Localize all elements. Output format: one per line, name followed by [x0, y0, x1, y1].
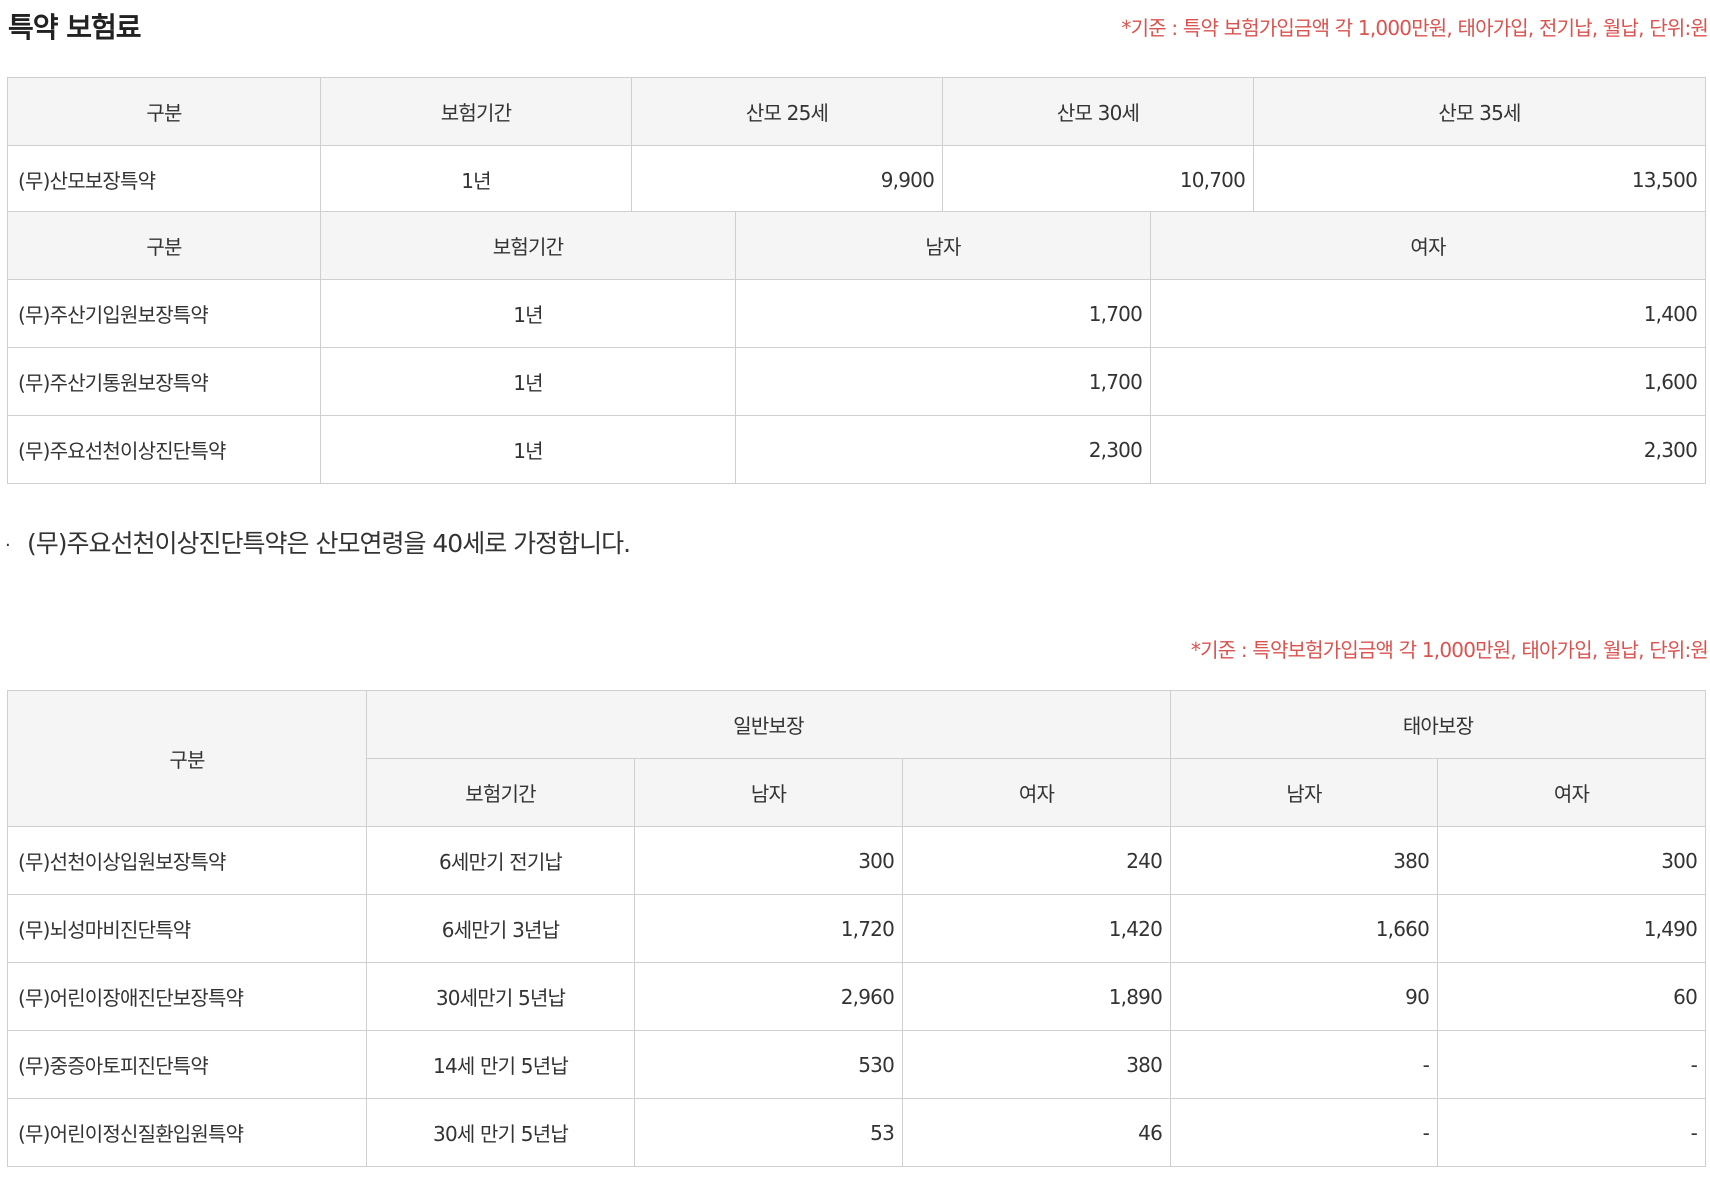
rider-name: (무)주요선천이상진단특약	[7, 415, 321, 484]
fetus-male: -	[1170, 1098, 1439, 1167]
header-period: 보험기간	[320, 211, 736, 280]
rider-name: (무)산모보장특약	[7, 145, 321, 214]
rider-period: 30세 만기 5년납	[366, 1098, 635, 1167]
rider-name: (무)주산기입원보장특약	[7, 279, 321, 348]
header-fetus-female: 여자	[1437, 758, 1707, 827]
maternal-premium-table: 구분 보험기간 산모 25세 산모 30세 산모 35세 (무)산모보장특약 1…	[7, 77, 1706, 214]
table-header-row: 구분 보험기간 산모 25세 산모 30세 산모 35세	[7, 77, 1706, 146]
table-row: (무)어린이정신질환입원특약 30세 만기 5년납 53 46 - -	[7, 1098, 1707, 1167]
fetus-female: -	[1437, 1030, 1707, 1099]
rider-name: (무)선천이상입원보장특약	[7, 826, 367, 895]
rider-name: (무)어린이장애진단보장특약	[7, 962, 367, 1031]
table-row: (무)어린이장애진단보장특약 30세만기 5년납 2,960 1,890 90 …	[7, 962, 1707, 1031]
rider-name: (무)어린이정신질환입원특약	[7, 1098, 367, 1167]
fetus-male: 1,660	[1170, 894, 1439, 963]
criteria-note-bottom: *기준 : 특약보험가입금액 각 1,000만원, 태아가입, 월납, 단위:원	[1190, 638, 1709, 662]
header-mother-30: 산모 30세	[942, 77, 1254, 146]
header-male: 남자	[735, 211, 1151, 280]
rider-period: 6세만기 전기납	[366, 826, 635, 895]
premium-female: 2,300	[1150, 415, 1706, 484]
header-fetus-coverage: 태아보장	[1170, 690, 1707, 759]
rider-period: 1년	[320, 145, 632, 214]
fetus-female: -	[1437, 1098, 1707, 1167]
premium-male: 2,300	[735, 415, 1151, 484]
header-general-male: 남자	[634, 758, 903, 827]
fetus-female: 1,490	[1437, 894, 1707, 963]
rider-name: (무)중증아토피진단특약	[7, 1030, 367, 1099]
fetus-female: 300	[1437, 826, 1707, 895]
header-general-coverage: 일반보장	[365, 690, 1172, 759]
table-row: (무)산모보장특약 1년 9,900 10,700 13,500	[7, 145, 1706, 214]
general-male: 2,960	[634, 962, 903, 1031]
table-row: (무)주산기입원보장특약 1년 1,700 1,400	[7, 279, 1706, 348]
rider-period: 1년	[320, 347, 736, 416]
premium-female: 1,600	[1150, 347, 1706, 416]
table-row: (무)선천이상입원보장특약 6세만기 전기납 300 240 380 300	[7, 826, 1707, 895]
general-female: 1,420	[901, 894, 1172, 963]
child-rider-premium-table: 구분 일반보장 태아보장 보험기간 남자 여자 남자 여자 (무)선천이상입원보…	[7, 690, 1707, 1167]
header-category: 구분	[7, 211, 321, 280]
table-row: (무)주산기통원보장특약 1년 1,700 1,600	[7, 347, 1706, 416]
general-male: 530	[634, 1030, 903, 1099]
header-period: 보험기간	[320, 77, 632, 146]
header-female: 여자	[1150, 211, 1706, 280]
table-row: (무)중증아토피진단특약 14세 만기 5년납 530 380 - -	[7, 1030, 1707, 1099]
rider-name: (무)뇌성마비진단특약	[7, 894, 367, 963]
fetus-female: 60	[1437, 962, 1707, 1031]
general-male: 1,720	[634, 894, 903, 963]
fetus-male: 380	[1170, 826, 1439, 895]
header-mother-35: 산모 35세	[1253, 77, 1706, 146]
perinatal-premium-table: 구분 보험기간 남자 여자 (무)주산기입원보장특약 1년 1,700 1,40…	[7, 211, 1706, 484]
rider-period: 30세만기 5년납	[366, 962, 635, 1031]
general-female: 240	[901, 826, 1172, 895]
table-row: (무)뇌성마비진단특약 6세만기 3년납 1,720 1,420 1,660 1…	[7, 894, 1707, 963]
fetus-male: 90	[1170, 962, 1439, 1031]
rider-name: (무)주산기통원보장특약	[7, 347, 321, 416]
general-female: 380	[901, 1030, 1172, 1099]
header-period: 보험기간	[366, 758, 635, 827]
general-male: 53	[634, 1098, 903, 1167]
table-row: (무)주요선천이상진단특약 1년 2,300 2,300	[7, 415, 1706, 484]
general-female: 46	[901, 1098, 1172, 1167]
rider-period: 1년	[320, 279, 736, 348]
table-header-row: 구분 일반보장 태아보장	[7, 690, 1707, 827]
premium-mother-25: 9,900	[631, 145, 943, 214]
table-header-row: 구분 보험기간 남자 여자	[7, 211, 1706, 280]
header-general-female: 여자	[901, 758, 1172, 827]
premium-male: 1,700	[735, 279, 1151, 348]
bullet-icon: ·	[5, 534, 11, 556]
header-mother-25: 산모 25세	[631, 77, 943, 146]
header-category: 구분	[7, 690, 367, 827]
page-title: 특약 보험료	[8, 11, 142, 44]
rider-period: 6세만기 3년납	[366, 894, 635, 963]
premium-male: 1,700	[735, 347, 1151, 416]
header-category: 구분	[7, 77, 321, 146]
criteria-note-top: *기준 : 특약 보험가입금액 각 1,000만원, 태아가입, 전기납, 월납…	[1121, 16, 1708, 40]
header-fetus-male: 남자	[1170, 758, 1439, 827]
note-text: (무)주요선천이상진단특약은 산모연령을 40세로 가정합니다.	[27, 529, 631, 558]
assumption-note: · (무)주요선천이상진단특약은 산모연령을 40세로 가정합니다.	[5, 524, 631, 560]
premium-mother-35: 13,500	[1253, 145, 1706, 214]
premium-mother-30: 10,700	[942, 145, 1254, 214]
fetus-male: -	[1170, 1030, 1439, 1099]
rider-period: 1년	[320, 415, 736, 484]
general-male: 300	[634, 826, 903, 895]
rider-period: 14세 만기 5년납	[366, 1030, 635, 1099]
premium-female: 1,400	[1150, 279, 1706, 348]
general-female: 1,890	[901, 962, 1172, 1031]
